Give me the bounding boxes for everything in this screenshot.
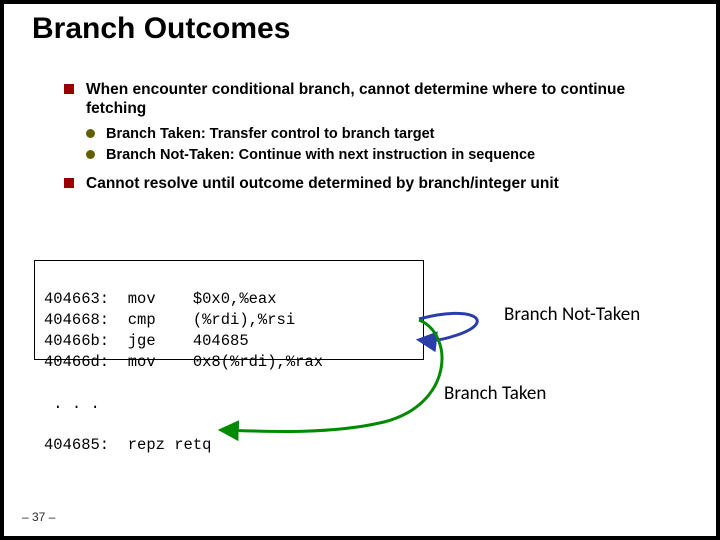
branch-taken-label: Branch Taken [444, 382, 546, 405]
bullet-list: When encounter conditional branch, canno… [64, 80, 688, 200]
branch-not-taken-label: Branch Not-Taken [504, 303, 640, 326]
bullet-level1: When encounter conditional branch, canno… [64, 80, 688, 119]
code-line: 404663: mov $0x0,%eax [44, 290, 277, 308]
arrow-not-taken [419, 313, 477, 340]
assembly-code: 404663: mov $0x0,%eax 404668: cmp (%rdi)… [44, 268, 323, 456]
code-line: 404685: repz retq [44, 436, 211, 454]
slide-title: Branch Outcomes [32, 12, 290, 46]
bullet-level2: Branch Not-Taken: Continue with next ins… [86, 146, 688, 165]
code-line: 40466b: jge 404685 [44, 332, 249, 350]
bullet-level1: Cannot resolve until outcome determined … [64, 174, 688, 193]
bullet-level2: Branch Taken: Transfer control to branch… [86, 125, 688, 144]
code-line: 404668: cmp (%rdi),%rsi [44, 311, 295, 329]
code-line: 40466d: mov 0x8(%rdi),%rax [44, 353, 323, 371]
slide: Branch Outcomes When encounter condition… [4, 4, 716, 536]
code-ellipsis: . . . [44, 395, 100, 413]
page-number: – 37 – [22, 510, 55, 524]
